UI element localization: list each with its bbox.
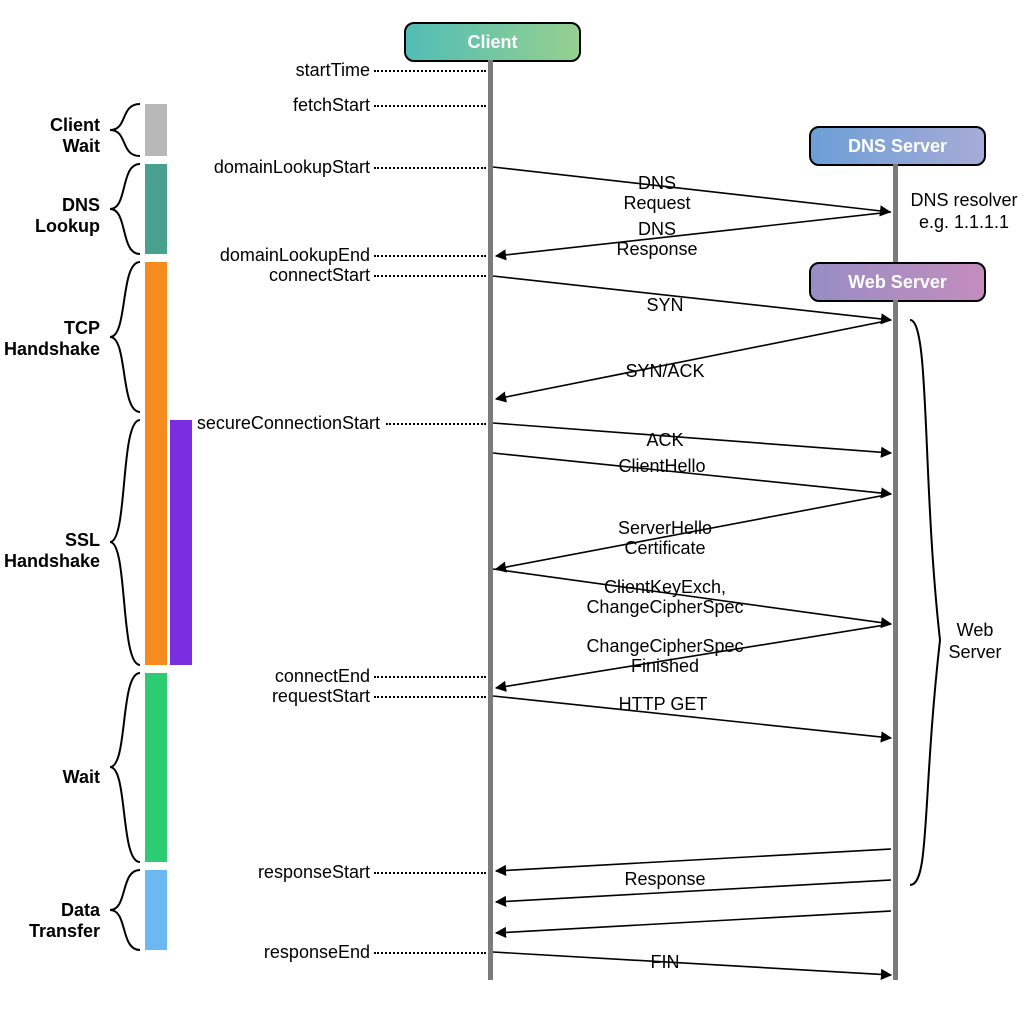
phase-data-transfer: Data Transfer bbox=[12, 900, 100, 941]
diagram-root: Client DNS Server Web Server Client Wait… bbox=[0, 0, 1024, 1009]
leader-domainLookupStart bbox=[374, 167, 486, 169]
msg-change-cipher-finish: ChangeCipherSpec Finished bbox=[575, 637, 755, 677]
timing-fetchStart: fetchStart bbox=[210, 95, 370, 116]
actor-client: Client bbox=[404, 22, 581, 62]
phase-wait: Wait bbox=[12, 767, 100, 788]
timing-connectStart: connectStart bbox=[210, 265, 370, 286]
lifeline-dns bbox=[893, 164, 898, 262]
msg-http-get: HTTP GET bbox=[603, 695, 723, 715]
bar-tcp-handshake bbox=[145, 262, 167, 665]
note-web-server: Web Server bbox=[940, 620, 1010, 663]
timing-domainLookupEnd: domainLookupEnd bbox=[210, 245, 370, 266]
msg-response: Response bbox=[610, 870, 720, 890]
msg-syn: SYN bbox=[625, 296, 705, 316]
actor-web: Web Server bbox=[809, 262, 986, 302]
bar-data-transfer bbox=[145, 870, 167, 950]
timing-connectEnd: connectEnd bbox=[210, 666, 370, 687]
phase-tcp-handshake: TCP Handshake bbox=[0, 318, 100, 359]
msg-dns-response: DNS Response bbox=[607, 220, 707, 260]
leader-domainLookupEnd bbox=[374, 255, 486, 257]
lifeline-client bbox=[488, 60, 493, 980]
msg-client-hello: ClientHello bbox=[597, 457, 727, 477]
msg-fin: FIN bbox=[630, 953, 700, 973]
timing-domainLookupStart: domainLookupStart bbox=[210, 157, 370, 178]
note-dns-resolver: DNS resolver e.g. 1.1.1.1 bbox=[905, 190, 1023, 233]
actor-client-label: Client bbox=[467, 32, 517, 53]
lifeline-web bbox=[893, 300, 898, 980]
leader-startTime bbox=[374, 70, 486, 72]
leader-connectEnd bbox=[374, 676, 486, 678]
msg-client-key-exch: ClientKeyExch, ChangeCipherSpec bbox=[565, 578, 765, 618]
leader-responseStart bbox=[374, 872, 486, 874]
timing-responseStart: responseStart bbox=[210, 862, 370, 883]
actor-dns: DNS Server bbox=[809, 126, 986, 166]
bar-wait bbox=[145, 673, 167, 862]
actor-dns-label: DNS Server bbox=[848, 136, 947, 157]
bar-ssl-handshake bbox=[170, 420, 192, 665]
msg-dns-request: DNS Request bbox=[607, 174, 707, 214]
leader-responseEnd bbox=[374, 952, 486, 954]
timing-requestStart: requestStart bbox=[210, 686, 370, 707]
phase-ssl-handshake: SSL Handshake bbox=[0, 530, 100, 571]
timing-secureConnectionStart: secureConnectionStart bbox=[195, 413, 380, 434]
leader-fetchStart bbox=[374, 105, 486, 107]
bar-client-wait bbox=[145, 104, 167, 156]
actor-web-label: Web Server bbox=[848, 272, 947, 293]
phase-client-wait: Client Wait bbox=[12, 115, 100, 156]
msg-syn-ack: SYN/ACK bbox=[610, 362, 720, 382]
msg-server-hello: ServerHello Certificate bbox=[595, 519, 735, 559]
timing-responseEnd: responseEnd bbox=[210, 942, 370, 963]
bar-dns-lookup bbox=[145, 164, 167, 254]
leader-requestStart bbox=[374, 696, 486, 698]
leader-connectStart bbox=[374, 275, 486, 277]
phase-dns-lookup: DNS Lookup bbox=[12, 195, 100, 236]
msg-ack: ACK bbox=[625, 431, 705, 451]
timing-startTime: startTime bbox=[210, 60, 370, 81]
leader-secureConnectionStart bbox=[386, 423, 486, 425]
